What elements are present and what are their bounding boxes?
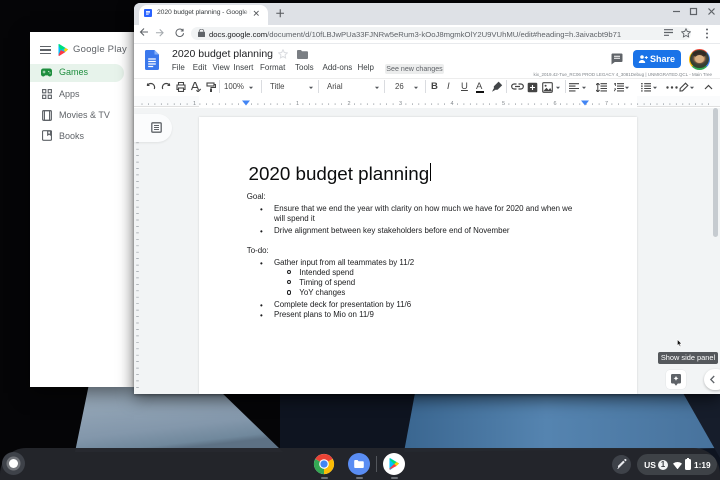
svg-text:6: 6	[553, 101, 556, 107]
svg-text:5: 5	[502, 101, 505, 107]
svg-text:4: 4	[450, 101, 453, 107]
svg-text:1: 1	[296, 101, 299, 107]
svg-text:1: 1	[193, 101, 196, 107]
svg-text:3: 3	[399, 101, 402, 107]
svg-text:7: 7	[605, 101, 608, 107]
svg-text:2: 2	[347, 101, 350, 107]
